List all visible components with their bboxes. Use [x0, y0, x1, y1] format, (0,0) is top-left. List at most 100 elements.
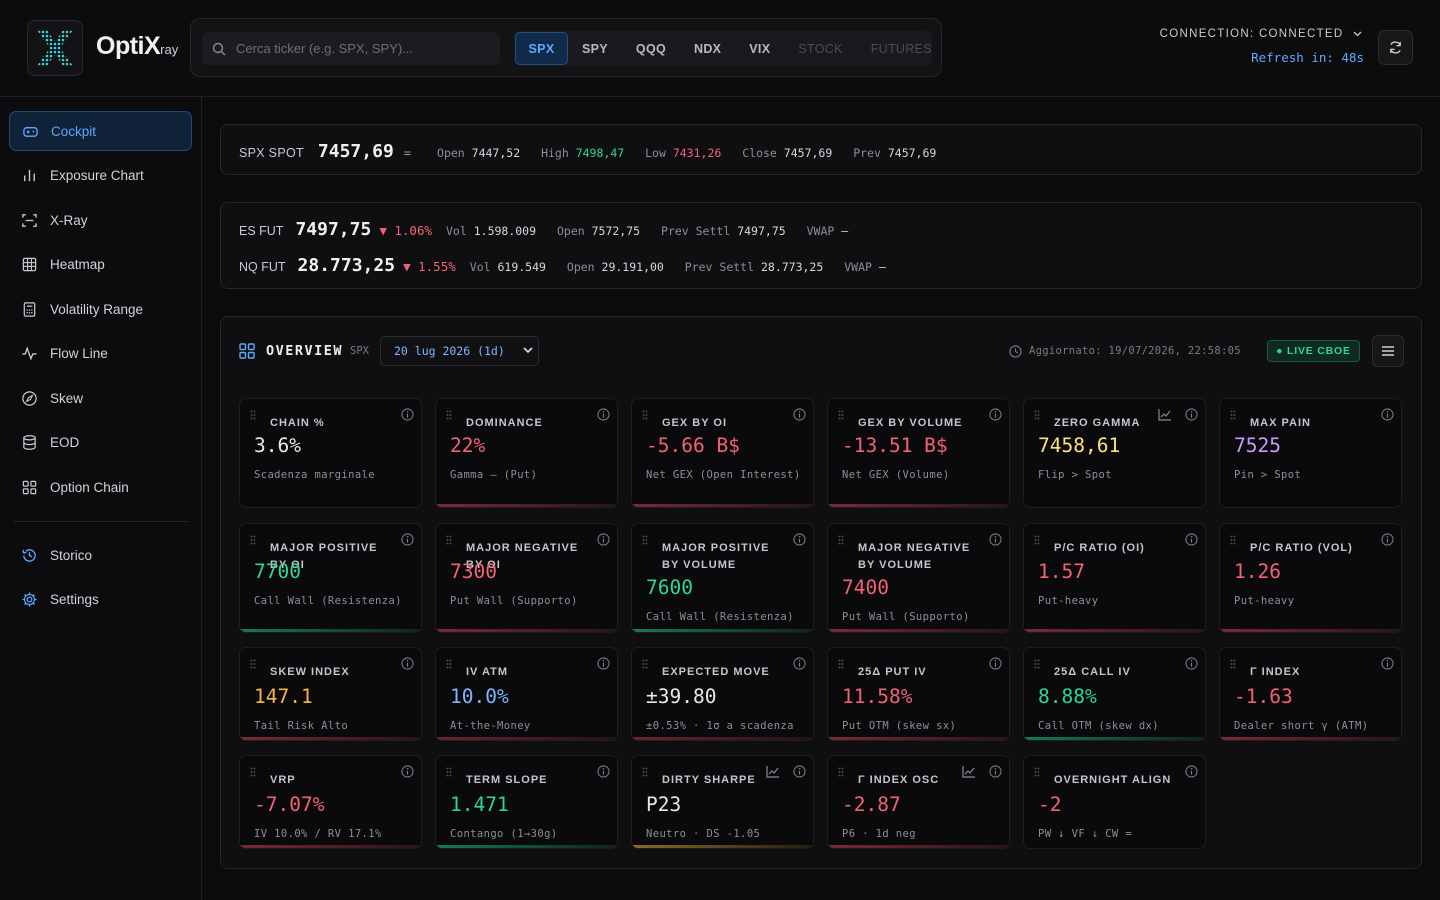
info-icon[interactable] — [401, 765, 414, 778]
metric-card[interactable]: P/C RATIO (VOL) 1.26 Put-heavy — [1219, 523, 1402, 633]
card-value: 1.57 — [1038, 560, 1085, 583]
card-title: 25Δ PUT IV — [858, 666, 927, 678]
tab-futures[interactable]: FUTURES — [857, 32, 946, 65]
info-icon[interactable] — [793, 657, 806, 670]
info-icon[interactable] — [1381, 657, 1394, 670]
info-icon[interactable] — [989, 657, 1002, 670]
info-icon[interactable] — [1381, 408, 1394, 421]
metric-card[interactable]: 25Δ PUT IV 11.58% Put OTM (skew sx) — [827, 647, 1010, 741]
info-icon[interactable] — [1185, 408, 1198, 421]
drag-handle-icon[interactable] — [838, 535, 844, 545]
connection-status[interactable]: CONNECTION: CONNECTED — [1160, 28, 1362, 40]
sidebar-item-heatmap[interactable]: Heatmap — [9, 244, 192, 284]
drag-handle-icon[interactable] — [1230, 659, 1236, 669]
sidebar-item-option-chain[interactable]: Option Chain — [9, 467, 192, 507]
metric-card[interactable]: VRP -7.07% IV 10.0% / RV 17.1% — [239, 755, 422, 849]
drag-handle-icon[interactable] — [642, 410, 648, 420]
tab-spx[interactable]: SPX — [515, 32, 568, 65]
metric-card[interactable]: IV ATM 10.0% At-the-Money — [435, 647, 618, 741]
drag-handle-icon[interactable] — [250, 767, 256, 777]
drag-handle-icon[interactable] — [642, 535, 648, 545]
metric-card[interactable]: CHAIN % 3.6% Scadenza marginale — [239, 398, 422, 508]
metric-card[interactable]: OVERNIGHT ALIGN -2 PW ↓ VF ↓ CW = — [1023, 755, 1206, 849]
info-icon[interactable] — [989, 408, 1002, 421]
metric-card[interactable]: MAX PAIN 7525 Pin > Spot — [1219, 398, 1402, 508]
drag-handle-icon[interactable] — [446, 767, 452, 777]
metric-card[interactable]: GEX BY OI -5.66 B$ Net GEX (Open Interest) — [631, 398, 814, 508]
info-icon[interactable] — [401, 657, 414, 670]
drag-handle-icon[interactable] — [1034, 659, 1040, 669]
metric-card[interactable]: ZERO GAMMA 7458,61 Flip > Spot — [1023, 398, 1206, 508]
sidebar-item-eod[interactable]: EOD — [9, 422, 192, 462]
sidebar-item-exposure-chart[interactable]: Exposure Chart — [9, 155, 192, 195]
metric-card[interactable]: SKEW INDEX 147.1 Tail Risk Alto — [239, 647, 422, 741]
info-icon[interactable] — [597, 657, 610, 670]
metric-card[interactable]: MAJOR POSITIVE BY OI 7700 Call Wall (Resis… — [239, 523, 422, 633]
search-field[interactable] — [202, 32, 500, 65]
drag-handle-icon[interactable] — [446, 535, 452, 545]
metric-card[interactable]: EXPECTED MOVE ±39.80 ±0.53% · 1σ a scadenz… — [631, 647, 814, 741]
sidebar-item-label: Exposure Chart — [50, 167, 144, 183]
sidebar-item-label: Volatility Range — [50, 301, 144, 317]
info-icon[interactable] — [1185, 533, 1198, 546]
drag-handle-icon[interactable] — [446, 410, 452, 420]
search-input[interactable] — [236, 41, 486, 56]
info-icon[interactable] — [401, 408, 414, 421]
drag-handle-icon[interactable] — [250, 535, 256, 545]
metric-card[interactable]: Γ INDEX -1.63 Dealer short γ (ATM) — [1219, 647, 1402, 741]
info-icon[interactable] — [793, 765, 806, 778]
tab-ndx[interactable]: NDX — [680, 32, 735, 65]
metric-card[interactable]: MAJOR POSITIVE BY VOLUME 7600 Call Wall (R… — [631, 523, 814, 633]
card-subtitle: Net GEX (Volume) — [842, 469, 950, 481]
info-icon[interactable] — [793, 408, 806, 421]
card-accent-bar — [240, 629, 421, 632]
info-icon[interactable] — [597, 765, 610, 778]
metric-card[interactable]: Γ INDEX OSC -2.87 P6 · 1d neg — [827, 755, 1010, 849]
sidebar-item-volatility-range[interactable]: Volatility Range — [9, 289, 192, 329]
drag-handle-icon[interactable] — [642, 767, 648, 777]
refresh-button[interactable] — [1378, 30, 1413, 65]
drag-handle-icon[interactable] — [838, 659, 844, 669]
drag-handle-icon[interactable] — [838, 767, 844, 777]
info-icon[interactable] — [989, 765, 1002, 778]
sidebar-item-skew[interactable]: Skew — [9, 378, 192, 418]
metric-card[interactable]: P/C RATIO (OI) 1.57 Put-heavy — [1023, 523, 1206, 633]
drag-handle-icon[interactable] — [1230, 410, 1236, 420]
info-icon[interactable] — [1185, 657, 1198, 670]
drag-handle-icon[interactable] — [250, 659, 256, 669]
metric-card[interactable]: 25Δ CALL IV 8.88% Call OTM (skew dx) — [1023, 647, 1206, 741]
menu-button[interactable] — [1372, 335, 1404, 367]
drag-handle-icon[interactable] — [642, 659, 648, 669]
drag-handle-icon[interactable] — [1230, 535, 1236, 545]
info-icon[interactable] — [597, 533, 610, 546]
drag-handle-icon[interactable] — [1034, 767, 1040, 777]
drag-handle-icon[interactable] — [1034, 535, 1040, 545]
tab-stock[interactable]: STOCK — [784, 32, 856, 65]
metric-card[interactable]: MAJOR NEGATIVE BY OI 7300 Put Wall (Suppor… — [435, 523, 618, 633]
info-icon[interactable] — [1381, 533, 1394, 546]
expiry-select[interactable]: 20 lug 2026 (1d) — [380, 336, 539, 366]
info-icon[interactable] — [793, 533, 806, 546]
sidebar-item-cockpit[interactable]: Cockpit — [9, 111, 192, 151]
metric-card[interactable]: TERM SLOPE 1.471 Contango (1→30g) — [435, 755, 618, 849]
tab-spy[interactable]: SPY — [568, 32, 622, 65]
drag-handle-icon[interactable] — [1034, 410, 1040, 420]
tab-qqq[interactable]: QQQ — [622, 32, 680, 65]
metric-card[interactable]: DIRTY SHARPE P23 Neutro · DS -1.05 — [631, 755, 814, 849]
drag-handle-icon[interactable] — [250, 410, 256, 420]
logo[interactable] — [27, 20, 83, 76]
info-icon[interactable] — [989, 533, 1002, 546]
metric-card[interactable]: MAJOR NEGATIVE BY VOLUME 7400 Put Wall (Su… — [827, 523, 1010, 633]
sidebar-item-storico[interactable]: Storico — [9, 535, 192, 575]
info-icon[interactable] — [401, 533, 414, 546]
tab-vix[interactable]: VIX — [735, 32, 784, 65]
metric-card[interactable]: DOMINANCE 22% Gamma — (Put) — [435, 398, 618, 508]
info-icon[interactable] — [597, 408, 610, 421]
sidebar-item-flow-line[interactable]: Flow Line — [9, 333, 192, 373]
drag-handle-icon[interactable] — [838, 410, 844, 420]
sidebar-item-settings[interactable]: Settings — [9, 579, 192, 619]
metric-card[interactable]: GEX BY VOLUME -13.51 B$ Net GEX (Volume) — [827, 398, 1010, 508]
sidebar-item-x-ray[interactable]: X-Ray — [9, 200, 192, 240]
info-icon[interactable] — [1185, 765, 1198, 778]
drag-handle-icon[interactable] — [446, 659, 452, 669]
